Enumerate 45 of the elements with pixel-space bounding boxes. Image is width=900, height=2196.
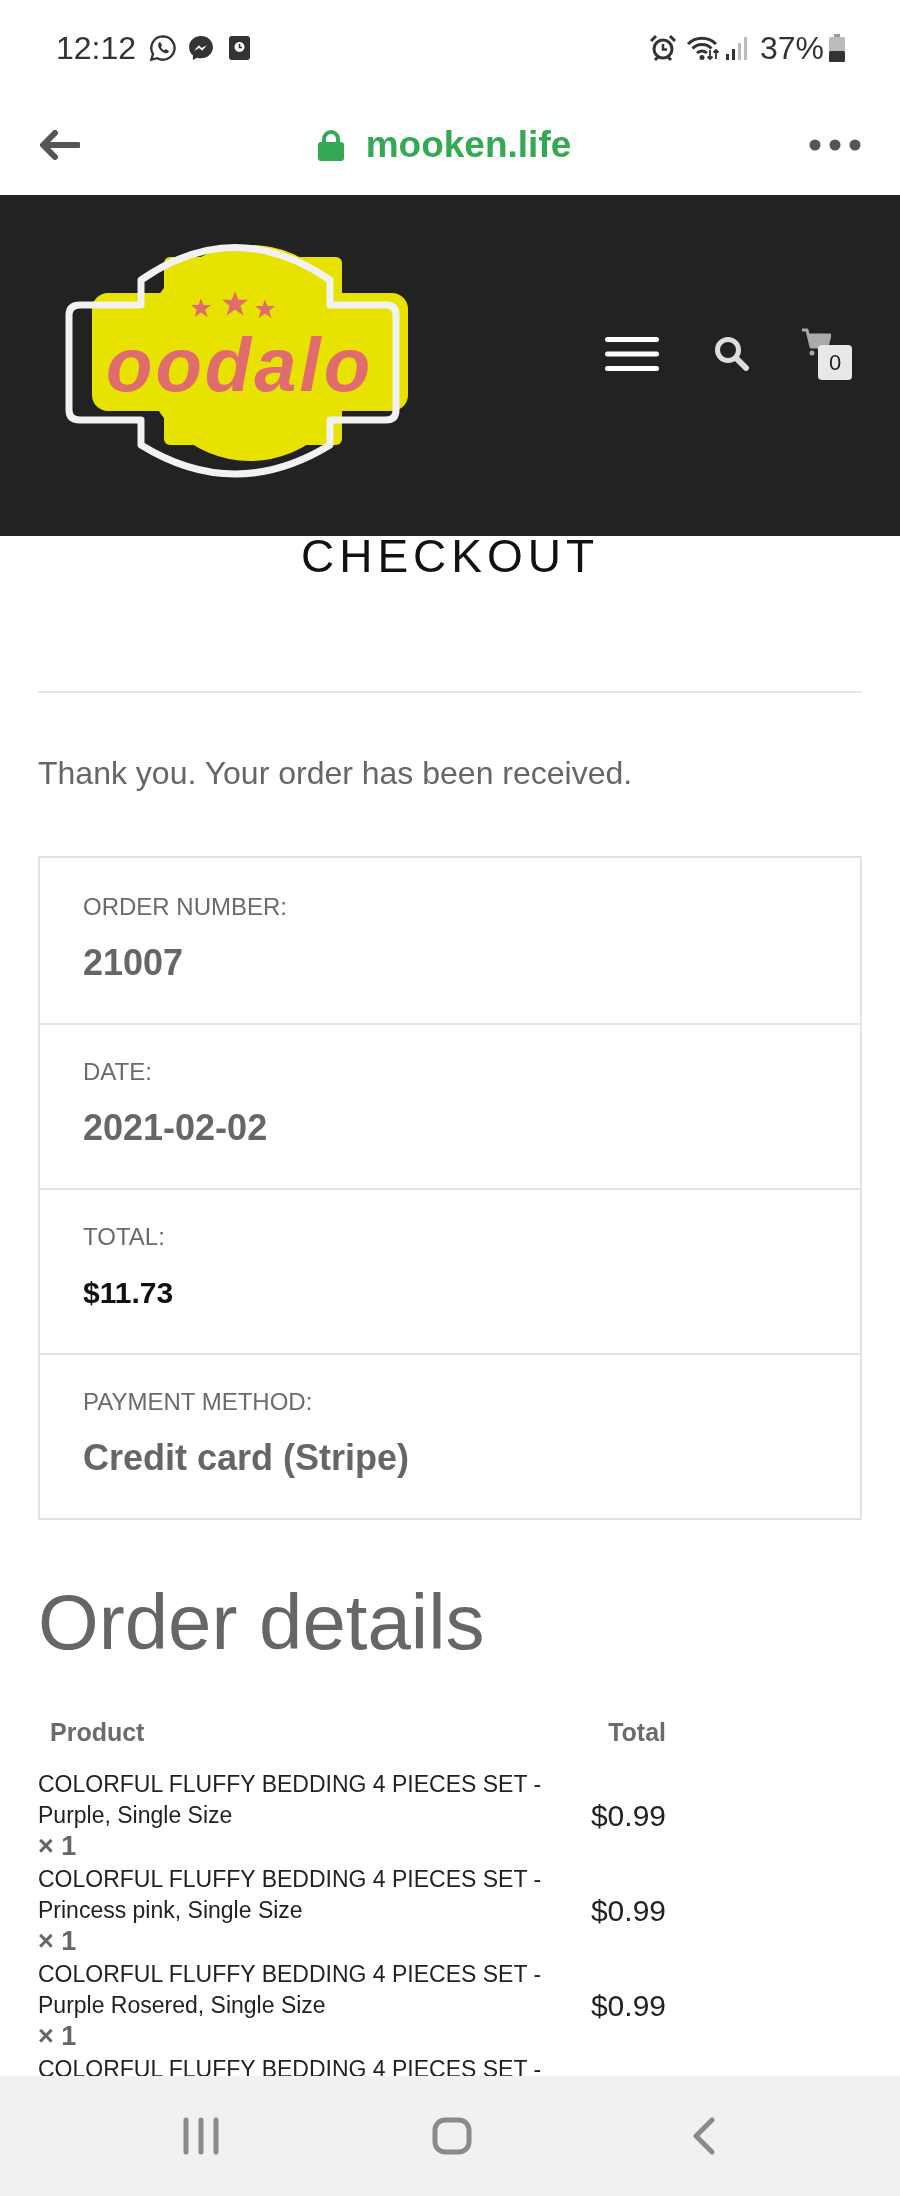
cart-count-badge: 0 <box>818 345 852 380</box>
star-icon <box>191 298 211 318</box>
column-header: Total <box>608 1717 666 1748</box>
star-icon <box>222 291 248 316</box>
back-arrow-icon[interactable] <box>39 130 80 160</box>
signal-icon <box>725 35 749 60</box>
search-icon[interactable] <box>714 336 749 371</box>
bolt-chat-icon <box>188 34 215 61</box>
star-icon <box>255 299 275 319</box>
summary-value: Credit card (Stripe) <box>83 1436 411 1480</box>
clock-time: 12:12 <box>56 28 137 68</box>
summary-value: 2021-02-02 <box>83 1106 269 1150</box>
clock-card-icon <box>229 35 251 60</box>
menu-icon[interactable] <box>605 336 659 372</box>
order-details-heading: Order details <box>38 1577 486 1667</box>
product-quantity: × 1 <box>38 2021 78 2052</box>
line-total: $0.99 <box>590 1987 666 2024</box>
summary-value: $11.73 <box>83 1275 175 1311</box>
confirmation-message: Thank you. Your order has been received. <box>38 754 634 793</box>
line-total: $0.99 <box>590 1892 666 1929</box>
alarm-clock-icon <box>648 33 677 62</box>
product-name: COLORFUL FLUFFY BEDDING 4 PIECES SET - Purple, Single Size <box>38 1770 543 1830</box>
product-name: COLORFUL FLUFFY BEDDING 4 PIECES SET - Princess pink, Single Size <box>38 1865 543 1925</box>
battery-percent: 37% <box>759 28 824 68</box>
chat-phone-icon <box>149 33 178 62</box>
summary-label: ORDER NUMBER: <box>83 892 288 922</box>
product-quantity: × 1 <box>38 1831 78 1862</box>
summary-label: TOTAL: <box>83 1222 166 1252</box>
battery-icon <box>829 33 845 62</box>
lock-icon <box>317 129 344 161</box>
recent-apps-icon[interactable] <box>183 2117 219 2155</box>
summary-value: 21007 <box>83 941 185 985</box>
product-name: COLORFUL FLUFFY BEDDING 4 PIECES SET - Purple Rosered, Single Size <box>38 1960 543 2020</box>
column-header: Product <box>49 1717 145 1748</box>
line-total: $0.99 <box>590 1797 666 1834</box>
home-icon[interactable] <box>432 2117 472 2155</box>
summary-label: DATE: <box>83 1057 153 1087</box>
product-quantity: × 1 <box>38 1926 78 1957</box>
page-title: CHECKOUT <box>299 536 601 576</box>
logo-text: oodalo <box>106 327 374 403</box>
url-text[interactable]: mooken.life <box>365 123 572 167</box>
more-options-icon[interactable] <box>809 139 861 151</box>
wifi-icon <box>685 34 720 61</box>
back-icon[interactable] <box>693 2117 715 2155</box>
summary-label: PAYMENT METHOD: <box>83 1387 314 1417</box>
